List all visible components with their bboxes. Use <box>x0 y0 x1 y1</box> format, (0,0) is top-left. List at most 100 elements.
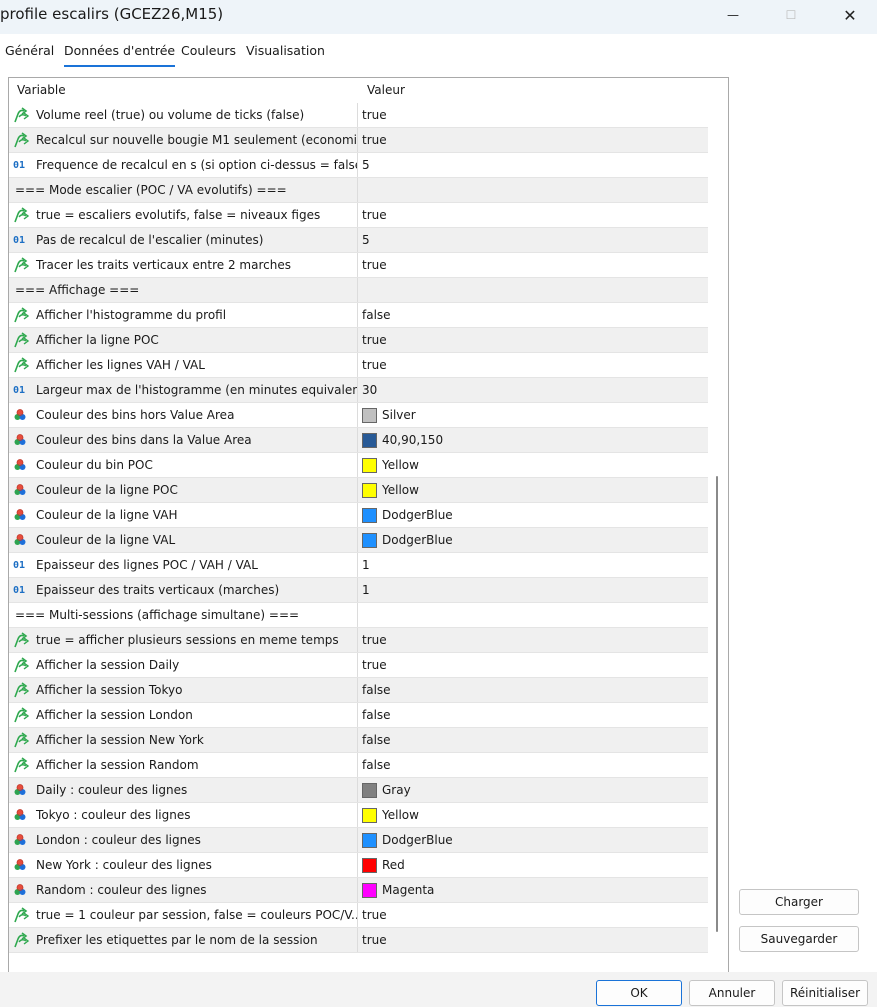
variable-cell[interactable]: Couleur de la ligne VAL <box>9 528 358 552</box>
table-row[interactable]: Afficher la session Random false <box>9 753 709 778</box>
value-cell[interactable]: Gray <box>358 778 709 802</box>
variable-cell[interactable]: Afficher la session Tokyo <box>9 678 358 702</box>
value-cell[interactable]: 1 <box>358 553 709 577</box>
value-cell[interactable]: 40,90,150 <box>358 428 709 452</box>
table-row[interactable]: Afficher la session London false <box>9 703 709 728</box>
variable-cell[interactable]: === Affichage === <box>9 278 358 302</box>
value-cell[interactable] <box>358 178 709 202</box>
reinitialiser-button[interactable]: Réinitialiser <box>782 980 868 1006</box>
value-cell[interactable]: false <box>358 678 709 702</box>
value-cell[interactable]: Yellow <box>358 478 709 502</box>
value-cell[interactable]: true <box>358 628 709 652</box>
variable-cell[interactable]: Prefixer les etiquettes par le nom de la… <box>9 928 358 952</box>
tab-donnees-entree[interactable]: Données d'entrée <box>64 43 176 67</box>
value-cell[interactable]: Yellow <box>358 803 709 827</box>
color-swatch[interactable] <box>362 507 377 523</box>
table-row[interactable]: 01 Frequence de recalcul en s (si option … <box>9 153 709 178</box>
header-value[interactable]: Valeur <box>367 83 405 97</box>
value-cell[interactable]: 30 <box>358 378 709 402</box>
table-row[interactable]: Daily : couleur des lignes Gray <box>9 778 709 803</box>
parameters-grid[interactable]: Variable Valeur Volume reel (true) ou vo… <box>8 77 729 989</box>
variable-cell[interactable]: === Multi-sessions (affichage simultane)… <box>9 603 358 627</box>
table-row[interactable]: Volume reel (true) ou volume de ticks (f… <box>9 103 709 128</box>
header-variable[interactable]: Variable <box>17 83 66 97</box>
variable-cell[interactable]: 01 Epaisseur des lignes POC / VAH / VAL <box>9 553 358 577</box>
variable-cell[interactable]: 01 Largeur max de l'histogramme (en minut… <box>9 378 358 402</box>
value-cell[interactable] <box>358 278 709 302</box>
annuler-button[interactable]: Annuler <box>689 980 775 1006</box>
value-cell[interactable]: true <box>358 203 709 227</box>
color-swatch[interactable] <box>362 832 377 848</box>
variable-cell[interactable]: London : couleur des lignes <box>9 828 358 852</box>
scrollbar-thumb[interactable] <box>716 476 718 932</box>
value-cell[interactable]: Silver <box>358 403 709 427</box>
variable-cell[interactable]: === Mode escalier (POC / VA evolutifs) =… <box>9 178 358 202</box>
table-row[interactable]: Prefixer les etiquettes par le nom de la… <box>9 928 709 953</box>
charger-button[interactable]: Charger <box>739 889 859 915</box>
value-cell[interactable]: 5 <box>358 153 709 177</box>
table-row[interactable]: === Mode escalier (POC / VA evolutifs) =… <box>9 178 709 203</box>
value-cell[interactable]: true <box>358 353 709 377</box>
tab-general[interactable]: Général <box>5 43 54 58</box>
value-cell[interactable]: 5 <box>358 228 709 252</box>
value-cell[interactable]: true <box>358 328 709 352</box>
maximize-button[interactable]: ☐ <box>763 0 819 30</box>
color-swatch[interactable] <box>362 782 377 798</box>
table-row[interactable]: true = 1 couleur par session, false = co… <box>9 903 709 928</box>
table-row[interactable]: Recalcul sur nouvelle bougie M1 seulemen… <box>9 128 709 153</box>
table-row[interactable]: Couleur des bins dans la Value Area 40,90… <box>9 428 709 453</box>
table-row[interactable]: London : couleur des lignes DodgerBlue <box>9 828 709 853</box>
variable-cell[interactable]: 01 Epaisseur des traits verticaux (marche… <box>9 578 358 602</box>
table-row[interactable]: Couleur du bin POC Yellow <box>9 453 709 478</box>
value-cell[interactable]: true <box>358 253 709 277</box>
value-cell[interactable]: true <box>358 928 709 952</box>
table-row[interactable]: Afficher la session Tokyo false <box>9 678 709 703</box>
table-row[interactable]: Couleur des bins hors Value Area Silver <box>9 403 709 428</box>
table-row[interactable]: 01 Largeur max de l'histogramme (en minut… <box>9 378 709 403</box>
value-cell[interactable]: true <box>358 903 709 927</box>
table-row[interactable]: New York : couleur des lignes Red <box>9 853 709 878</box>
value-cell[interactable]: false <box>358 728 709 752</box>
table-row[interactable]: Couleur de la ligne POC Yellow <box>9 478 709 503</box>
variable-cell[interactable]: Afficher la session Daily <box>9 653 358 677</box>
table-row[interactable]: === Affichage === <box>9 278 709 303</box>
color-swatch[interactable] <box>362 532 377 548</box>
table-row[interactable]: true = afficher plusieurs sessions en me… <box>9 628 709 653</box>
variable-cell[interactable]: Couleur du bin POC <box>9 453 358 477</box>
table-row[interactable]: Afficher la session Daily true <box>9 653 709 678</box>
variable-cell[interactable]: Afficher la session London <box>9 703 358 727</box>
tab-couleurs[interactable]: Couleurs <box>181 43 236 58</box>
variable-cell[interactable]: 01 Pas de recalcul de l'escalier (minutes… <box>9 228 358 252</box>
minimize-button[interactable]: — <box>705 0 761 30</box>
table-row[interactable]: Couleur de la ligne VAL DodgerBlue <box>9 528 709 553</box>
table-row[interactable]: Tokyo : couleur des lignes Yellow <box>9 803 709 828</box>
value-cell[interactable]: Red <box>358 853 709 877</box>
table-row[interactable]: Tracer les traits verticaux entre 2 marc… <box>9 253 709 278</box>
value-cell[interactable]: false <box>358 303 709 327</box>
variable-cell[interactable]: Afficher les lignes VAH / VAL <box>9 353 358 377</box>
color-swatch[interactable] <box>362 882 377 898</box>
value-cell[interactable]: DodgerBlue <box>358 528 709 552</box>
table-row[interactable]: Couleur de la ligne VAH DodgerBlue <box>9 503 709 528</box>
table-row[interactable]: 01 Epaisseur des lignes POC / VAH / VAL 1 <box>9 553 709 578</box>
table-row[interactable]: 01 Pas de recalcul de l'escalier (minutes… <box>9 228 709 253</box>
variable-cell[interactable]: Couleur de la ligne POC <box>9 478 358 502</box>
table-row[interactable]: === Multi-sessions (affichage simultane)… <box>9 603 709 628</box>
variable-cell[interactable]: 01 Frequence de recalcul en s (si option … <box>9 153 358 177</box>
table-row[interactable]: Afficher la session New York false <box>9 728 709 753</box>
table-row[interactable]: Afficher les lignes VAH / VAL true <box>9 353 709 378</box>
color-swatch[interactable] <box>362 457 377 473</box>
sauvegarder-button[interactable]: Sauvegarder <box>739 926 859 952</box>
variable-cell[interactable]: Afficher l'histogramme du profil <box>9 303 358 327</box>
variable-cell[interactable]: Couleur des bins hors Value Area <box>9 403 358 427</box>
value-cell[interactable]: true <box>358 103 709 127</box>
variable-cell[interactable]: true = afficher plusieurs sessions en me… <box>9 628 358 652</box>
value-cell[interactable]: 1 <box>358 578 709 602</box>
table-row[interactable]: Afficher l'histogramme du profil false <box>9 303 709 328</box>
table-row[interactable]: 01 Epaisseur des traits verticaux (marche… <box>9 578 709 603</box>
color-swatch[interactable] <box>362 857 377 873</box>
variable-cell[interactable]: Recalcul sur nouvelle bougie M1 seulemen… <box>9 128 358 152</box>
table-row[interactable]: true = escaliers evolutifs, false = nive… <box>9 203 709 228</box>
value-cell[interactable]: true <box>358 653 709 677</box>
variable-cell[interactable]: New York : couleur des lignes <box>9 853 358 877</box>
